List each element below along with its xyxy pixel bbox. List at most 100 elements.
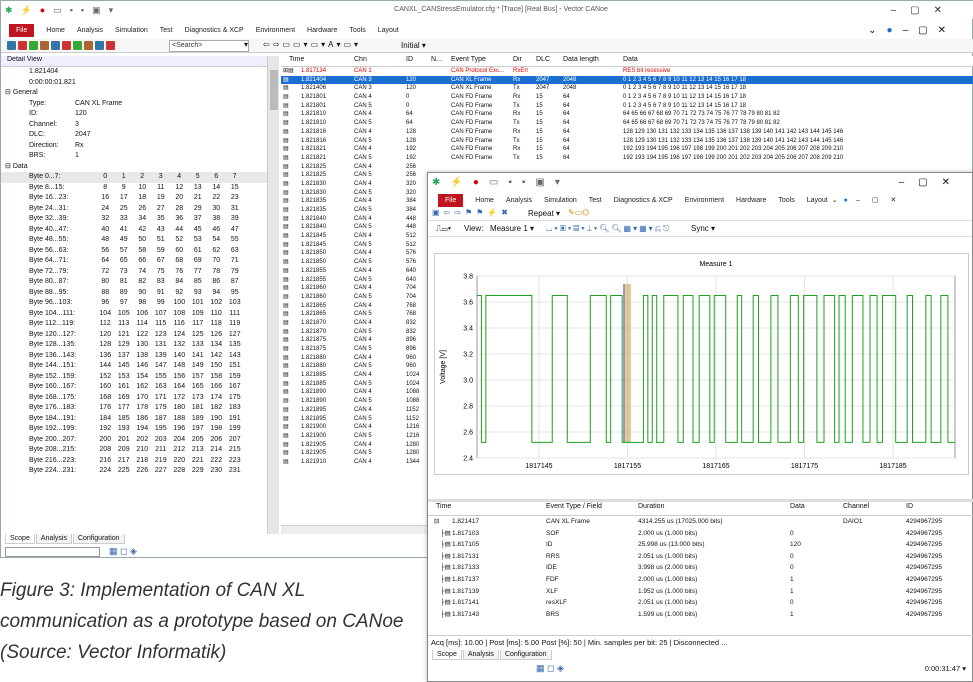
- scope-tab-environment[interactable]: Environment: [685, 197, 724, 204]
- byte-row[interactable]: Byte 136...143: 136 137 138 139 140 141 142 143: [1, 351, 278, 362]
- scope-zoom-icons[interactable]: ⌴▾▣▾▤▾⊥▾🔍︎🔍︎▦▾▦▾⎌⎋: [546, 221, 671, 237]
- col-id[interactable]: ID: [906, 503, 913, 510]
- restore-icon[interactable]: ▢: [918, 25, 937, 36]
- byte-row[interactable]: Byte 64...71: 64 65 66 67 68 69 70 71: [1, 256, 278, 267]
- trace-row[interactable]: ▤ 1.821406 CAN 3 120 CAN XL Frame Tx 2047 2048 0…: [281, 84, 973, 93]
- tab-configuration[interactable]: Configuration: [72, 534, 125, 544]
- initial-dropdown[interactable]: Initial ▾: [401, 41, 426, 50]
- byte-row[interactable]: Byte 24...31: 24 25 26 27 28 29 30 31: [1, 204, 278, 215]
- row-tree-icon[interactable]: ├▤: [440, 586, 451, 598]
- byte-row[interactable]: Byte 160...167: 160 161 162 163 164 165 166 167: [1, 382, 278, 393]
- col-event-type[interactable]: Event Type: [451, 56, 486, 63]
- trace-row[interactable]: ▤ 1.821816 CAN 5 128 CAN FD Frame Tx 15 64 128 1…: [281, 137, 973, 146]
- search-dropdown-icon[interactable]: ▾: [244, 40, 248, 49]
- byte-row[interactable]: Byte 104...111: 104 105 106 107 108 109 110 111: [1, 309, 278, 320]
- scope-select-icons[interactable]: ⎍▭▾: [436, 221, 451, 237]
- close-icon[interactable]: ✕: [938, 25, 956, 36]
- row-tree-icon[interactable]: ├▤: [440, 597, 451, 609]
- restore-icon[interactable]: ▢: [910, 5, 933, 16]
- highlight-icon[interactable]: [106, 41, 115, 50]
- trace-row[interactable]: ▤ 1.821801 CAN 5 0 CAN FD Frame Tx 15 64 0 1 2 3…: [281, 102, 973, 111]
- col-time[interactable]: Time: [289, 56, 304, 63]
- decode-row[interactable]: ⊟ 1.821417 CAN XL Frame 4314.255 us (17025.…: [428, 516, 973, 528]
- restore-icon[interactable]: ▢: [918, 177, 941, 188]
- layout-icon[interactable]: [40, 41, 49, 50]
- nav-icons[interactable]: ⇦⇨▭▭▾▭▾A▾▭▾: [263, 40, 361, 49]
- minimize-icon[interactable]: –: [903, 25, 919, 36]
- byte-row[interactable]: Byte 192...199: 192 193 194 195 196 197 198 199: [1, 424, 278, 435]
- decode-row[interactable]: ├▤ 1.817139 XLF 1.952 us (1.000 bits) 1 42949…: [428, 586, 973, 598]
- trace-row[interactable]: ▤ 1.821825 CAN 4 256: [281, 163, 973, 172]
- toggle-icon[interactable]: [18, 41, 27, 50]
- col-duration[interactable]: Duration: [638, 503, 664, 510]
- col-data[interactable]: Data: [790, 503, 805, 510]
- col-channel[interactable]: Channel: [843, 503, 869, 510]
- byte-row[interactable]: Byte 184...191: 184 185 186 187 188 189 190 191: [1, 414, 278, 425]
- col-dlc[interactable]: DLC: [536, 56, 550, 63]
- byte-row[interactable]: Byte 224...231: 224 225 226 227 228 229 230 231: [1, 466, 278, 477]
- scope-tab-configuration[interactable]: Configuration: [499, 650, 552, 660]
- voltage-chart[interactable]: Measure 1 Voltage [V] 2.4 2.6 2.8 3.0 3.2 3.4 3.…: [434, 253, 969, 475]
- filter-icon[interactable]: [7, 41, 16, 50]
- close-icon[interactable]: ✕: [890, 196, 896, 204]
- byte-row[interactable]: Byte 8...15: 8 9 10 11 12 13 14 15: [1, 183, 278, 194]
- row-tree-icon[interactable]: ├▤: [440, 551, 451, 563]
- minimize-icon[interactable]: –: [899, 177, 919, 188]
- byte-row[interactable]: Byte 32...39: 32 33 34 35 36 37 38 39: [1, 214, 278, 225]
- scope-status-icons[interactable]: ▦ ◻ ◈: [536, 663, 564, 674]
- detail-field[interactable]: Type: CAN XL Frame: [1, 99, 278, 110]
- splitter[interactable]: [428, 499, 973, 502]
- scope-tab-simulation[interactable]: Simulation: [544, 197, 577, 204]
- search-input[interactable]: <Search>: [169, 40, 249, 52]
- config-icon[interactable]: ▣: [92, 5, 101, 16]
- byte-row[interactable]: Byte 56...63: 56 57 58 59 60 61 62 63: [1, 246, 278, 257]
- tab-layout[interactable]: Layout: [378, 27, 399, 34]
- byte-row[interactable]: Byte 80...87: 80 81 82 83 84 85 86 87: [1, 277, 278, 288]
- decode-row[interactable]: ├▤ 1.817105 ID 25.998 us (13.000 bits) 120 42…: [428, 539, 973, 551]
- byte-row[interactable]: Byte 216...223: 216 217 218 219 220 221 222 223: [1, 456, 278, 467]
- close-icon[interactable]: ✕: [942, 177, 964, 188]
- byte-row[interactable]: Byte 88...95: 88 89 90 91 92 93 94 95: [1, 288, 278, 299]
- col-id[interactable]: ID: [406, 56, 413, 63]
- general-group[interactable]: ⊟ General: [5, 88, 38, 99]
- tab-hardware[interactable]: Hardware: [307, 27, 337, 34]
- minimize-icon[interactable]: –: [856, 197, 860, 204]
- row-tree-icon[interactable]: ├▤: [440, 574, 451, 586]
- detail-field[interactable]: Channel: 3: [1, 120, 278, 131]
- byte-row[interactable]: Byte 176...183: 176 177 178 179 180 181 182 183: [1, 403, 278, 414]
- status-icons[interactable]: ▦ ◻ ◈: [109, 546, 137, 557]
- scope-tab-test[interactable]: Test: [589, 197, 602, 204]
- row-tree-icon[interactable]: ├▤: [440, 539, 451, 551]
- trace-row[interactable]: ▤ 1.821810 CAN 4 64 CAN FD Frame Rx 15 64 64 65 …: [281, 110, 973, 119]
- decode-row[interactable]: ├▤ 1.817143 BRS 1.599 us (1.000 bits) 1 42949…: [428, 609, 973, 621]
- scope-tab-diagnostics[interactable]: Diagnostics & XCP: [614, 197, 673, 204]
- lightning-icon[interactable]: ⚡: [21, 5, 32, 16]
- tab-analysis-bottom[interactable]: Analysis: [35, 534, 72, 544]
- scope-tab-tools[interactable]: Tools: [778, 197, 794, 204]
- byte-row[interactable]: Byte 208...215: 208 209 210 211 212 213 214 215: [1, 445, 278, 456]
- scope-tab-analysis[interactable]: Analysis: [506, 197, 532, 204]
- byte-row[interactable]: Byte 168...175: 168 169 170 171 172 173 174 175: [1, 393, 278, 404]
- scope-quick-access[interactable]: ✱⚡●▭▪▪▣▾: [432, 177, 570, 188]
- detail-field[interactable]: Direction: Rx: [1, 141, 278, 152]
- trace-row[interactable]: ▤ 1.821810 CAN 5 64 CAN FD Frame Tx 15 64 64 65 …: [281, 119, 973, 128]
- byte-row[interactable]: Byte 96...103: 96 97 98 99 100 101 102 103: [1, 298, 278, 309]
- save-as-icon[interactable]: ▪: [81, 5, 84, 15]
- detail-scrollbar[interactable]: [267, 56, 279, 534]
- row-tree-icon[interactable]: ⊟: [434, 516, 439, 528]
- record-icon[interactable]: ●: [40, 5, 45, 15]
- decode-row[interactable]: ├▤ 1.817137 FDF 2.000 us (1.000 bits) 1 42949…: [428, 574, 973, 586]
- trace-row[interactable]: ⊞▤ 1.817134 CAN 1 CAN Protocol Exc... RxErr R…: [281, 67, 973, 76]
- scope-tab-hardware[interactable]: Hardware: [736, 197, 766, 204]
- pause-icon[interactable]: [84, 41, 93, 50]
- tab-scope[interactable]: Scope: [5, 534, 35, 544]
- col-data[interactable]: Data: [623, 56, 638, 63]
- save-icon[interactable]: ▪: [70, 5, 73, 15]
- col-data-length[interactable]: Data length: [563, 56, 599, 63]
- tab-simulation[interactable]: Simulation: [115, 27, 148, 34]
- data-group[interactable]: ⊟ Data: [5, 162, 28, 173]
- byte-row[interactable]: Byte 0...7: 0 1 2 3 4 5 6 7: [1, 172, 278, 183]
- measure-dropdown[interactable]: Measure 1 ▾: [490, 221, 534, 237]
- row-tree-icon[interactable]: ├▤: [440, 528, 451, 540]
- open-icon[interactable]: ▭: [53, 5, 62, 16]
